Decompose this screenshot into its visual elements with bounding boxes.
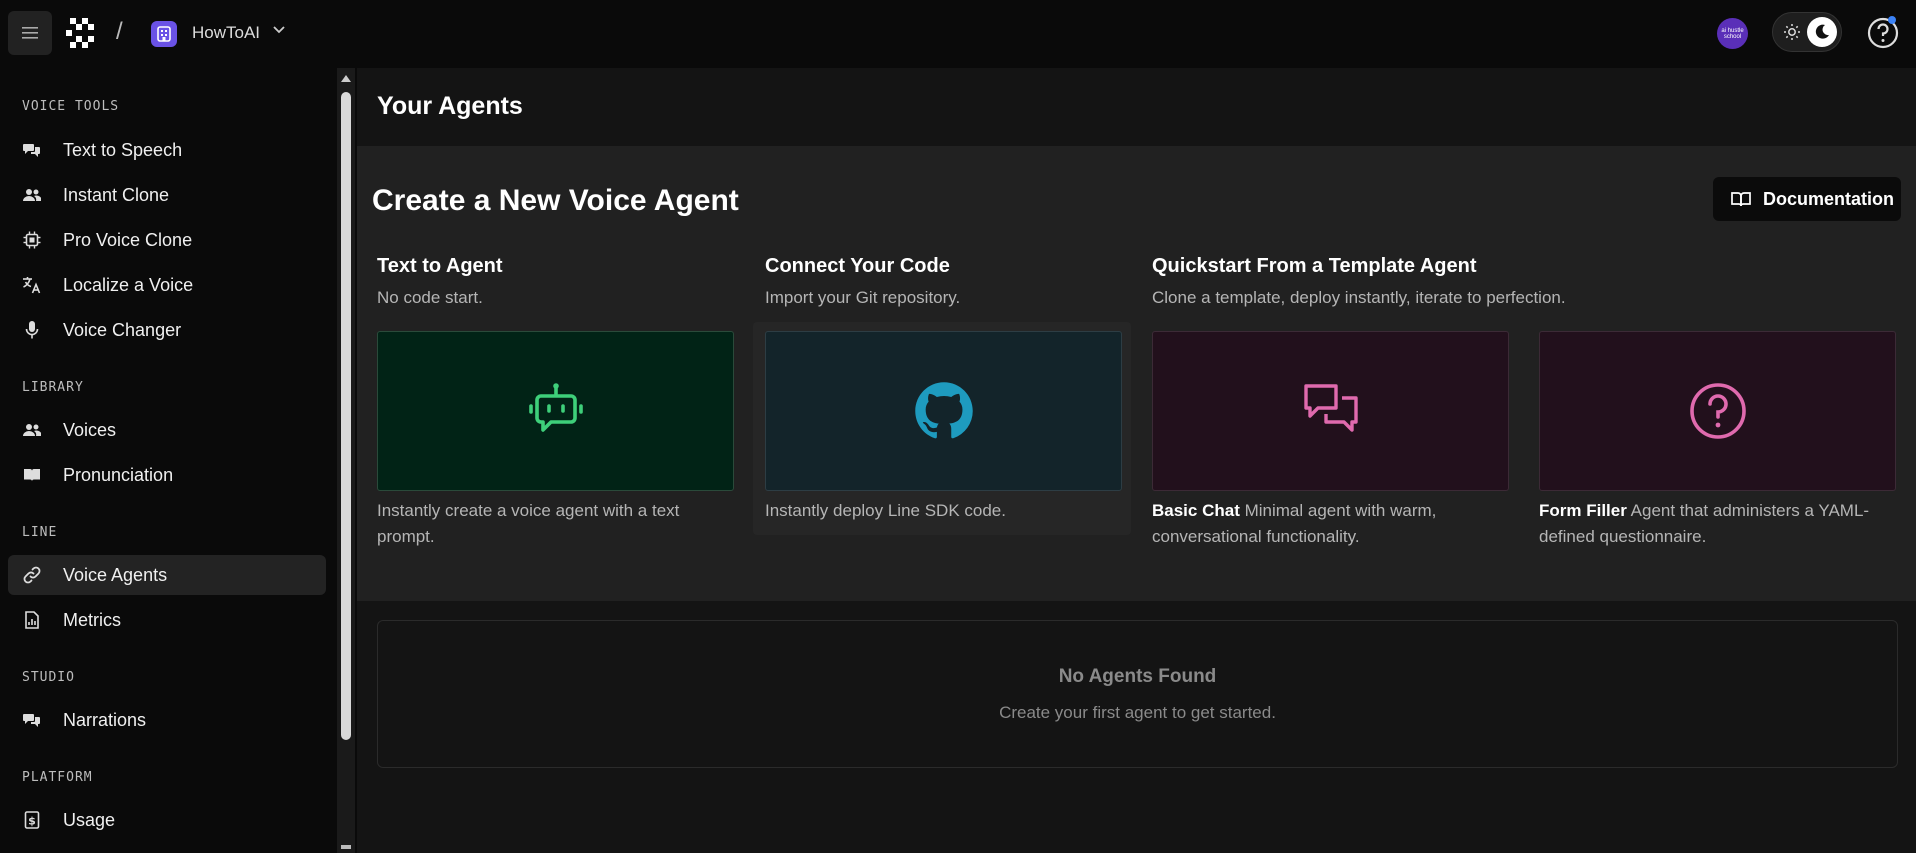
dollar-file-icon: $ [22, 810, 42, 830]
translate-icon [22, 275, 42, 295]
template-name: Basic Chat [1152, 501, 1240, 520]
notification-dot [1888, 16, 1896, 24]
section-label-line: LINE [22, 525, 58, 540]
chat-icon [1303, 384, 1358, 432]
sidebar: VOICE TOOLS Text to Speech Instant Clone… [0, 68, 337, 853]
column-subtitle: No code start. [377, 288, 483, 307]
sidebar-item-label: Pronunciation [63, 464, 174, 485]
section-label-platform: PLATFORM [22, 770, 93, 785]
users-icon [22, 420, 42, 440]
sidebar-item-label: Text to Speech [63, 139, 183, 160]
theme-toggle[interactable] [1772, 12, 1842, 52]
card-description: Basic Chat Minimal agent with warm, conv… [1152, 498, 1509, 550]
card-description: Form Filler Agent that administers a YAM… [1539, 498, 1896, 550]
microphone-icon [22, 320, 42, 340]
card-description: Instantly create a voice agent with a te… [377, 498, 734, 550]
column-subtitle: Clone a template, deploy instantly, iter… [1152, 288, 1566, 307]
scroll-down-arrow[interactable] [341, 845, 351, 849]
sidebar-item-label: Voices [63, 419, 117, 440]
robot-icon [528, 383, 583, 432]
chevron-down-icon[interactable] [273, 26, 285, 34]
sidebar-item-label: Instant Clone [63, 184, 170, 205]
open-book-icon [1731, 192, 1751, 207]
avatar[interactable]: ai hustle school [1717, 18, 1748, 49]
empty-state-title: No Agents Found [1058, 666, 1217, 687]
sidebar-item-text-to-speech[interactable]: Text to Speech [8, 130, 326, 170]
svg-text:$: $ [28, 815, 36, 828]
users-icon [22, 185, 42, 205]
moon-icon [1815, 24, 1829, 39]
chart-file-icon [22, 610, 42, 630]
template-name: Form Filler [1539, 501, 1627, 520]
sidebar-item-label: Usage [63, 809, 116, 830]
sidebar-item-pronunciation[interactable]: Pronunciation [8, 455, 326, 495]
sidebar-item-voices[interactable]: Voices [8, 410, 326, 450]
sidebar-item-voice-agents[interactable]: Voice Agents [8, 555, 326, 595]
form-filler-template-card[interactable] [1539, 331, 1896, 491]
create-agent-panel: Create a New Voice Agent Documentation T… [357, 146, 1916, 601]
card-description-text: Instantly deploy Line SDK code. [765, 501, 1006, 520]
connect-your-code-card[interactable] [765, 331, 1122, 491]
breadcrumb-separator: / [116, 18, 123, 45]
app-logo-icon[interactable] [66, 18, 98, 50]
section-label-library: LIBRARY [22, 380, 84, 395]
documentation-button[interactable]: Documentation [1713, 177, 1901, 221]
card-description: Instantly deploy Line SDK code. [765, 498, 1122, 524]
speech-bubbles-icon [22, 140, 42, 160]
main-content: Your Agents Create a New Voice Agent Doc… [357, 68, 1916, 853]
workspace-icon[interactable] [151, 21, 177, 47]
column-title-text-to-agent: Text to Agent [377, 255, 503, 277]
avatar-text: ai hustle school [1721, 27, 1744, 40]
section-label-voice-tools: VOICE TOOLS [22, 99, 120, 114]
speech-bubbles-icon [22, 710, 42, 730]
text-to-agent-card[interactable] [377, 331, 734, 491]
page-title: Your Agents [377, 92, 523, 120]
sun-icon [1784, 24, 1800, 40]
sidebar-item-pro-voice-clone[interactable]: Pro Voice Clone [8, 220, 326, 260]
card-description-text: Instantly create a voice agent with a te… [377, 501, 680, 546]
column-subtitle: Import your Git repository. [765, 288, 961, 307]
sidebar-item-label: Localize a Voice [63, 274, 194, 295]
sidebar-item-metrics[interactable]: Metrics [8, 600, 326, 640]
sidebar-item-label: Voice Changer [63, 319, 182, 340]
sidebar-item-label: Narrations [63, 709, 147, 730]
moon-knob [1807, 17, 1837, 47]
basic-chat-template-card[interactable] [1152, 331, 1509, 491]
documentation-label: Documentation [1763, 188, 1895, 209]
github-icon [914, 382, 973, 439]
column-title-connect-your-code: Connect Your Code [765, 255, 950, 277]
building-icon [157, 26, 171, 42]
column-title-quickstart-template: Quickstart From a Template Agent [1152, 255, 1477, 277]
sidebar-item-label: Voice Agents [63, 564, 168, 585]
top-bar: / HowToAI ai hustle school [0, 0, 1916, 68]
empty-agents-state: No Agents Found Create your first agent … [377, 620, 1898, 768]
sidebar-item-instant-clone[interactable]: Instant Clone [8, 175, 326, 215]
sidebar-item-localize-a-voice[interactable]: Localize a Voice [8, 265, 326, 305]
empty-state-subtitle: Create your first agent to get started. [999, 703, 1276, 722]
create-agent-title: Create a New Voice Agent [372, 184, 739, 217]
scroll-up-arrow-icon[interactable] [341, 74, 351, 82]
link-icon [22, 565, 42, 585]
section-label-studio: STUDIO [22, 670, 75, 685]
sidebar-item-label: Metrics [63, 609, 121, 630]
chip-icon [22, 230, 42, 250]
book-icon [22, 465, 42, 485]
hamburger-icon [22, 27, 38, 39]
scrollbar-thumb[interactable] [341, 92, 351, 740]
hamburger-menu-button[interactable] [8, 11, 52, 55]
question-circle-icon [1689, 383, 1746, 439]
sidebar-item-narrations[interactable]: Narrations [8, 700, 326, 740]
sidebar-item-label: Pro Voice Clone [63, 229, 193, 250]
workspace-name[interactable]: HowToAI [192, 23, 260, 43]
sidebar-item-voice-changer[interactable]: Voice Changer [8, 310, 326, 350]
sidebar-item-usage[interactable]: $ Usage [8, 800, 326, 840]
